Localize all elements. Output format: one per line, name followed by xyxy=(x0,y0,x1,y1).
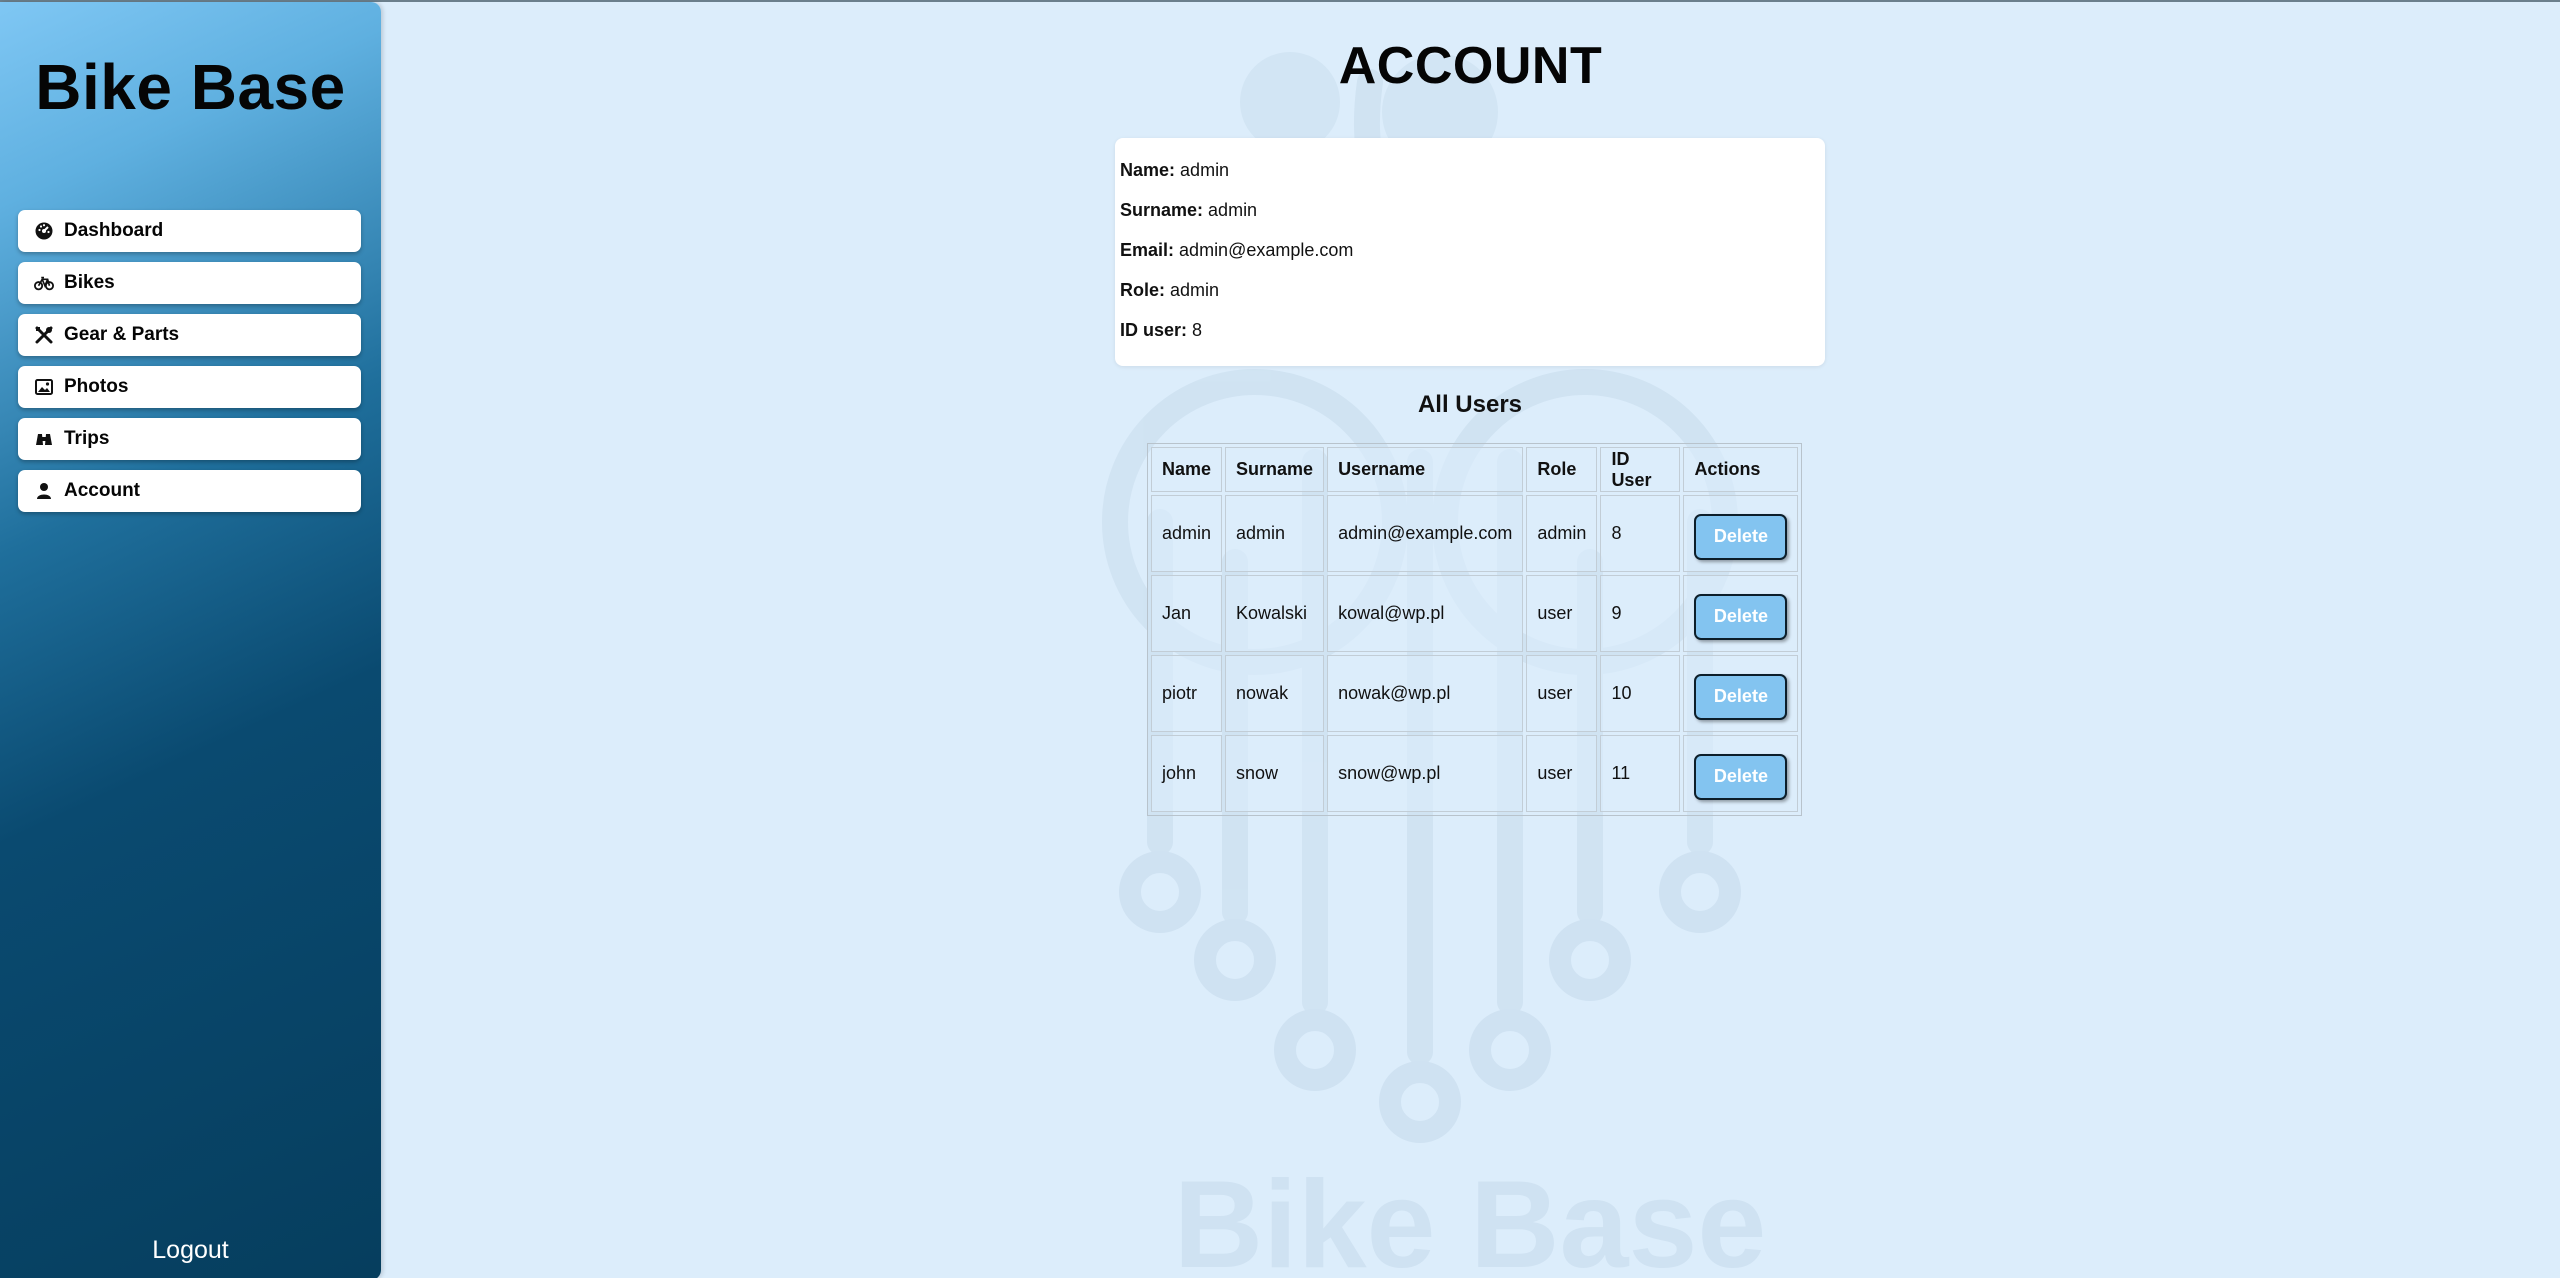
cell-id: 10 xyxy=(1600,655,1681,732)
binoculars-icon xyxy=(34,428,58,450)
cell-actions: Delete xyxy=(1683,575,1799,652)
profile-id-value: 8 xyxy=(1192,320,1203,340)
delete-button[interactable]: Delete xyxy=(1694,753,1788,800)
cell-name: Jan xyxy=(1151,575,1223,652)
users-table: Name Surname Username Role ID User Actio… xyxy=(1147,443,1803,816)
table-header-row: Name Surname Username Role ID User Actio… xyxy=(1151,447,1799,492)
cell-role: admin xyxy=(1526,495,1598,572)
cell-name: admin xyxy=(1151,495,1223,572)
cell-role: user xyxy=(1526,655,1598,732)
cell-username: kowal@wp.pl xyxy=(1327,575,1524,652)
column-header-id-user: ID User xyxy=(1600,447,1681,492)
delete-button[interactable]: Delete xyxy=(1694,593,1788,640)
profile-id-row: ID user: 8 xyxy=(1120,320,1820,360)
profile-surname-row: Surname: admin xyxy=(1120,200,1820,240)
column-header-name: Name xyxy=(1151,447,1223,492)
cell-surname: snow xyxy=(1225,735,1325,812)
page-title: ACCOUNT xyxy=(1338,37,1603,95)
profile-name-row: Name: admin xyxy=(1120,160,1820,200)
sidebar-item-dashboard[interactable]: Dashboard xyxy=(18,210,361,252)
sidebar-nav: Dashboard Bikes Gear & Parts Photos Trip… xyxy=(18,210,361,522)
profile-role-label: Role: xyxy=(1120,280,1165,300)
cell-surname: Kowalski xyxy=(1225,575,1325,652)
cell-name: piotr xyxy=(1151,655,1223,732)
delete-button[interactable]: Delete xyxy=(1694,673,1788,720)
watermark-text: Bike Base xyxy=(1174,1156,1767,1278)
cell-actions: Delete xyxy=(1683,735,1799,812)
brand-title: Bike Base xyxy=(35,51,346,123)
cell-surname: admin xyxy=(1225,495,1325,572)
profile-email-label: Email: xyxy=(1120,240,1175,260)
sidebar-item-label: Account xyxy=(64,480,140,501)
logout-link[interactable]: Logout xyxy=(0,1236,381,1265)
profile-id-label: ID user: xyxy=(1120,320,1188,340)
cell-actions: Delete xyxy=(1683,655,1799,732)
image-icon xyxy=(34,376,58,398)
column-header-surname: Surname xyxy=(1225,447,1325,492)
cell-id: 8 xyxy=(1600,495,1681,572)
cell-role: user xyxy=(1526,575,1598,652)
profile-role-row: Role: admin xyxy=(1120,280,1820,320)
sidebar-item-label: Bikes xyxy=(64,272,115,293)
sidebar-item-label: Dashboard xyxy=(64,220,164,241)
profile-card: Name: admin Surname: admin Email: admin@… xyxy=(1115,138,1825,366)
cell-name: john xyxy=(1151,735,1223,812)
dashboard-gauge-icon xyxy=(34,220,58,242)
column-header-role: Role xyxy=(1526,447,1598,492)
delete-button[interactable]: Delete xyxy=(1694,513,1788,560)
sidebar-item-label: Photos xyxy=(64,376,129,397)
sidebar-item-gear-parts[interactable]: Gear & Parts xyxy=(18,314,361,356)
cell-username: snow@wp.pl xyxy=(1327,735,1524,812)
profile-email-row: Email: admin@example.com xyxy=(1120,240,1820,280)
sidebar-item-label: Gear & Parts xyxy=(64,324,180,345)
sidebar-item-bikes[interactable]: Bikes xyxy=(18,262,361,304)
user-icon xyxy=(34,480,58,502)
all-users-heading: All Users xyxy=(1417,391,1523,418)
cell-username: admin@example.com xyxy=(1327,495,1524,572)
sidebar-item-trips[interactable]: Trips xyxy=(18,418,361,460)
profile-email-value: admin@example.com xyxy=(1179,240,1354,260)
column-header-actions: Actions xyxy=(1683,447,1799,492)
table-row: admin admin admin@example.com admin 8 De… xyxy=(1151,495,1799,572)
column-header-username: Username xyxy=(1327,447,1524,492)
sidebar-item-photos[interactable]: Photos xyxy=(18,366,361,408)
table-row: Jan Kowalski kowal@wp.pl user 9 Delete xyxy=(1151,575,1799,652)
cell-id: 11 xyxy=(1600,735,1681,812)
cell-actions: Delete xyxy=(1683,495,1799,572)
sidebar: Bike Base Dashboard Bikes Gear & Parts P… xyxy=(0,2,381,1278)
cell-username: nowak@wp.pl xyxy=(1327,655,1524,732)
profile-role-value: admin xyxy=(1170,280,1220,300)
tools-icon xyxy=(34,324,58,346)
table-row: piotr nowak nowak@wp.pl user 10 Delete xyxy=(1151,655,1799,732)
table-row: john snow snow@wp.pl user 11 Delete xyxy=(1151,735,1799,812)
cell-role: user xyxy=(1526,735,1598,812)
sidebar-item-account[interactable]: Account xyxy=(18,470,361,512)
profile-name-value: admin xyxy=(1180,160,1230,180)
cell-id: 9 xyxy=(1600,575,1681,652)
profile-surname-value: admin xyxy=(1208,200,1258,220)
profile-name-label: Name: xyxy=(1120,160,1176,180)
cell-surname: nowak xyxy=(1225,655,1325,732)
sidebar-item-label: Trips xyxy=(64,428,110,449)
bicycle-icon xyxy=(34,272,58,294)
profile-surname-label: Surname: xyxy=(1120,200,1204,220)
